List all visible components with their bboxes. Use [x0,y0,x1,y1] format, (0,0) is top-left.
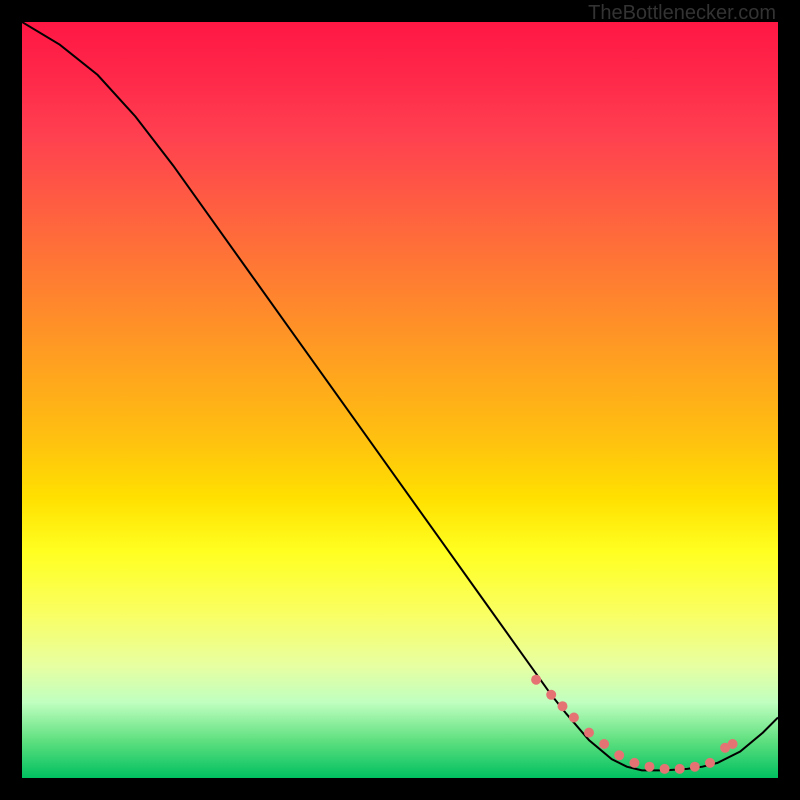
data-marker [660,764,670,774]
bottleneck-curve [22,22,778,770]
data-marker [728,739,738,749]
data-marker [675,764,685,774]
data-marker [558,701,568,711]
data-marker [705,758,715,768]
data-marker [614,750,624,760]
data-marker [569,713,579,723]
data-marker [546,690,556,700]
data-marker [690,762,700,772]
data-marker [584,728,594,738]
watermark-text: TheBottlenecker.com [588,2,776,25]
data-marker [629,758,639,768]
data-marker [599,739,609,749]
data-markers [531,675,738,774]
chart-plot-area [22,22,778,778]
chart-curve-svg [22,22,778,778]
data-marker [645,762,655,772]
data-marker [531,675,541,685]
